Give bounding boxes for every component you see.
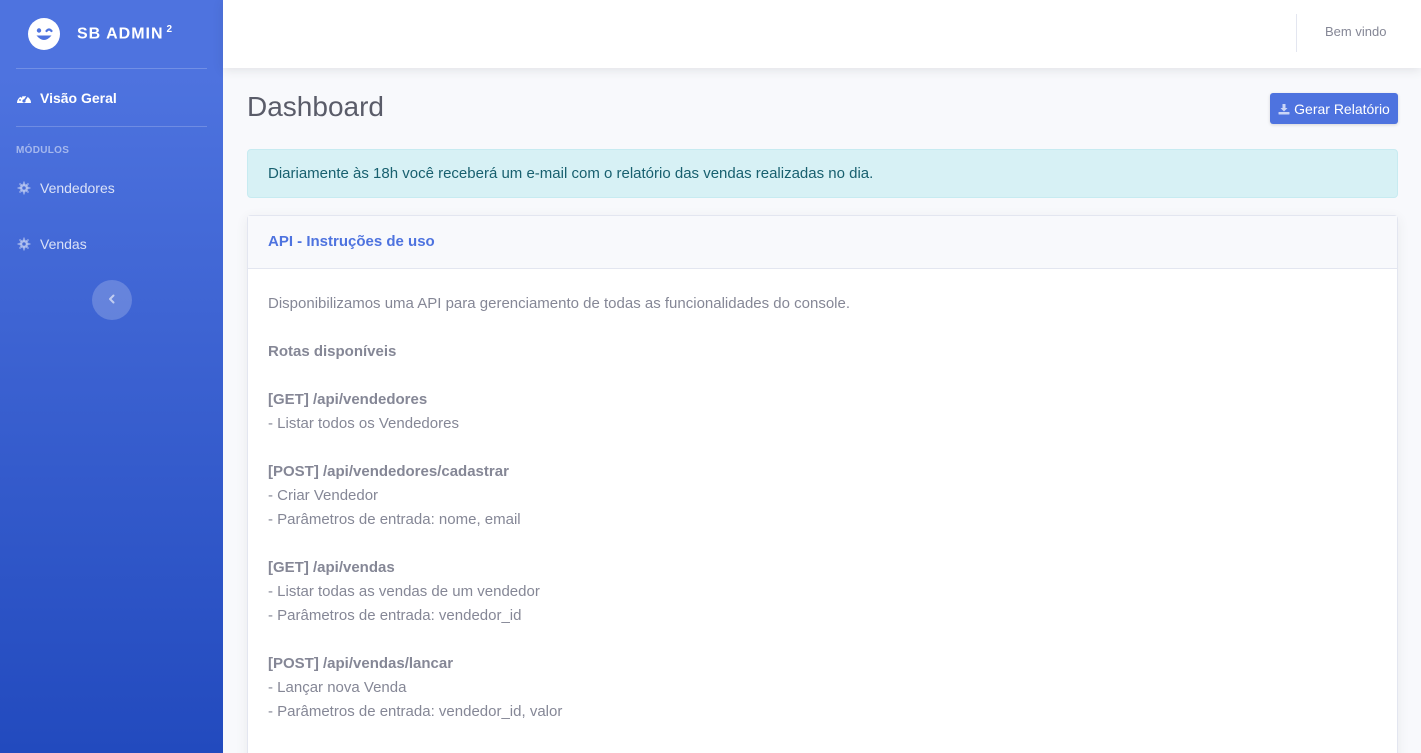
sidebar-item-label: Vendedores — [40, 180, 115, 196]
sidebar-toggle-button[interactable] — [91, 280, 132, 320]
api-intro: Disponibilizamos uma API para gerenciame… — [268, 295, 851, 312]
topbar-divider — [1296, 14, 1297, 52]
sidebar: SB Admin 2 Visão Geral Módulos — [0, 0, 223, 753]
route-description: - Criar Vendedor — [268, 487, 379, 504]
sidebar-item-label: Visão Geral — [40, 89, 117, 106]
chevron-left-icon — [107, 291, 117, 309]
route-params: - Parâmetros de entrada: vendedor_id, va… — [268, 703, 563, 720]
sidebar-item-visao-geral[interactable]: Visão Geral — [0, 69, 223, 126]
route-endpoint: [GET] /api/vendas — [268, 559, 395, 576]
page-title: Dashboard — [247, 91, 384, 122]
sidebar-brand[interactable]: SB Admin 2 — [0, 0, 223, 68]
route-endpoint: [POST] /api/vendas/lancar — [268, 655, 454, 672]
topbar: Bem vindo — [223, 0, 1421, 68]
brand-name: SB Admin 2 — [77, 24, 174, 43]
sidebar-item-vendedores[interactable]: Vendedores — [0, 160, 223, 216]
download-icon — [1278, 103, 1290, 115]
card-title: API - Instruções de uso — [248, 216, 1397, 269]
laugh-wink-icon — [28, 18, 60, 50]
sidebar-item-vendas[interactable]: Vendas — [0, 216, 223, 272]
brand-version: 2 — [166, 24, 174, 36]
route-params: - Parâmetros de entrada: vendedor_id — [268, 607, 522, 624]
route-params: - Parâmetros de entrada: nome, email — [268, 511, 521, 528]
route-endpoint: [GET] /api/vendedores — [268, 391, 428, 408]
route-description: - Listar todas as vendas de um vendedor — [268, 583, 540, 600]
route-description: - Lançar nova Venda — [268, 679, 407, 696]
route-endpoint: [POST] /api/vendedores/cadastrar — [268, 463, 509, 480]
routes-heading: Rotas disponíveis — [268, 343, 397, 360]
generate-report-label: Gerar Relatório — [1294, 100, 1390, 117]
sidebar-item-label: Vendas — [40, 236, 87, 252]
card-body: Disponibilizamos uma API para gerenciame… — [248, 269, 1397, 747]
user-greeting[interactable]: Bem vindo — [1325, 24, 1386, 39]
gear-icon — [16, 236, 32, 252]
info-alert: Diariamente às 18h você receberá um e-ma… — [247, 149, 1398, 198]
gear-icon — [16, 180, 32, 196]
route-description: - Listar todos os Vendedores — [268, 415, 459, 432]
sidebar-heading-modulos: Módulos — [16, 145, 70, 156]
api-instructions-card: API - Instruções de uso Disponibilizamos… — [247, 215, 1398, 753]
tachometer-icon — [16, 90, 32, 106]
generate-report-button[interactable]: Gerar Relatório — [1270, 93, 1398, 124]
